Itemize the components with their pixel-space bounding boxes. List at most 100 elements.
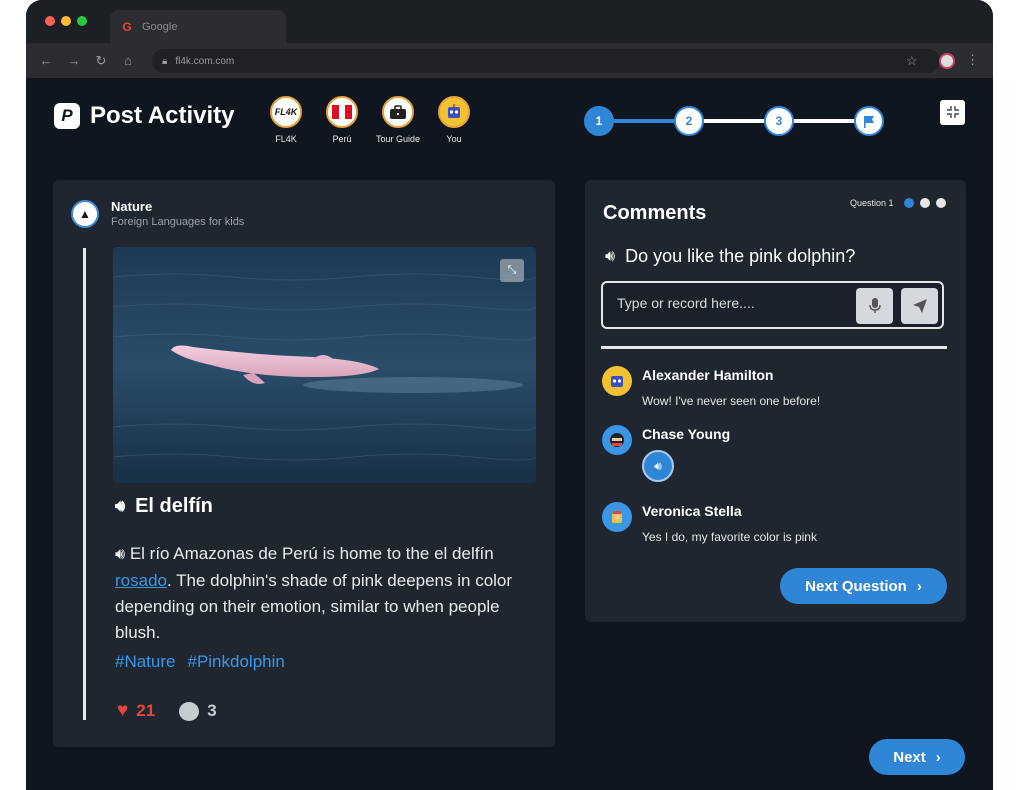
close-window-button[interactable] bbox=[45, 16, 55, 26]
browser-tab[interactable]: G Google bbox=[110, 10, 286, 43]
chip-tour-guide[interactable]: Tour Guide bbox=[375, 96, 421, 144]
reactions: ♥ 21 3 bbox=[117, 700, 217, 722]
window-controls bbox=[45, 16, 87, 26]
question-dot bbox=[935, 198, 946, 208]
comment-item: Alexander Hamilton Wow! I've never seen … bbox=[602, 366, 820, 408]
chip-fl4k[interactable]: FL4K FL4K bbox=[266, 96, 306, 144]
question-dot-active bbox=[903, 198, 914, 208]
chip-peru[interactable]: Perú bbox=[322, 96, 362, 144]
tab-bar: G Google bbox=[26, 0, 993, 43]
question-progress: Question 1 bbox=[850, 198, 946, 208]
forward-icon[interactable]: → bbox=[66, 53, 82, 69]
peru-flag-icon bbox=[326, 96, 358, 128]
comment-author: Alexander Hamilton bbox=[642, 367, 774, 383]
post-card: ▲ Nature Foreign Languages for kids ⤡ 🔊︎… bbox=[53, 180, 555, 747]
speaker-icon[interactable]: 🔊︎ bbox=[605, 248, 615, 266]
dolphin-photo: ⤡ bbox=[113, 247, 536, 483]
divider bbox=[601, 346, 947, 349]
maximize-window-button[interactable] bbox=[77, 16, 87, 26]
browser-menu-icon[interactable]: ⋮ bbox=[966, 52, 979, 68]
post-body-text: . The dolphin's shade of pink deepens in… bbox=[115, 571, 513, 642]
question-dot bbox=[919, 198, 930, 208]
browser-window: G Google ← → ↻ ⌂ 🔒︎ fl4k.com.com ☆ ⋮ P P… bbox=[26, 0, 993, 790]
step-1[interactable]: 1 bbox=[584, 106, 614, 136]
chip-label: FL4K bbox=[275, 134, 297, 144]
address-bar[interactable]: 🔒︎ fl4k.com.com bbox=[152, 49, 940, 73]
bookmark-star-icon[interactable]: ☆ bbox=[906, 53, 918, 69]
google-icon: G bbox=[120, 19, 134, 34]
answer-input[interactable] bbox=[617, 295, 837, 311]
app-logo-icon: P bbox=[54, 103, 80, 129]
chip-label: You bbox=[446, 134, 462, 144]
post-header: ▲ Nature Foreign Languages for kids bbox=[71, 199, 244, 228]
chip-label: Tour Guide bbox=[375, 134, 421, 144]
post-body: 🔊︎ El río Amazonas de Perú is home to th… bbox=[115, 541, 515, 646]
speaker-icon[interactable]: 🔊︎ bbox=[115, 546, 125, 563]
like-button[interactable]: ♥ 21 bbox=[117, 700, 155, 722]
comment-count: 3 bbox=[207, 701, 217, 720]
girl-avatar-icon bbox=[602, 502, 632, 532]
send-icon[interactable] bbox=[901, 288, 938, 324]
back-icon[interactable]: ← bbox=[38, 53, 54, 69]
next-question-label: Next Question bbox=[805, 577, 907, 595]
comment-bubble-icon bbox=[179, 701, 200, 721]
progress-stepper: 1 2 3 bbox=[584, 106, 884, 136]
play-audio-icon[interactable]: 🔊︎ bbox=[642, 450, 674, 482]
participant-chips: FL4K FL4K Perú Tour Guide You bbox=[266, 96, 474, 144]
like-count: 21 bbox=[136, 701, 156, 720]
post-subtitle: Foreign Languages for kids bbox=[111, 216, 245, 228]
briefcase-icon bbox=[382, 96, 414, 128]
step-2[interactable]: 2 bbox=[674, 106, 704, 136]
step-3[interactable]: 3 bbox=[764, 106, 794, 136]
fl4k-logo-icon: FL4K bbox=[270, 96, 302, 128]
address-bar-row: ← → ↻ ⌂ 🔒︎ fl4k.com.com ☆ bbox=[26, 43, 993, 79]
comment-author: Veronica Stella bbox=[642, 503, 742, 519]
chevron-right-icon: › bbox=[935, 748, 941, 766]
chip-you[interactable]: You bbox=[434, 96, 474, 144]
speaker-icon[interactable]: 🔊︎ bbox=[115, 498, 125, 516]
hashtag[interactable]: #Pinkdolphin bbox=[187, 652, 284, 672]
brand: P Post Activity bbox=[54, 102, 234, 130]
comment-text: Yes I do, my favorite color is pink bbox=[642, 530, 817, 544]
question-label: Question 1 bbox=[850, 198, 894, 208]
tab-title: Google bbox=[142, 20, 178, 33]
hashtag[interactable]: #Nature bbox=[115, 652, 175, 672]
next-question-button[interactable]: Next Question › bbox=[780, 568, 947, 604]
chip-label: Perú bbox=[332, 134, 352, 144]
ninja-avatar-icon bbox=[602, 425, 632, 455]
minimize-window-button[interactable] bbox=[61, 16, 71, 26]
home-icon[interactable]: ⌂ bbox=[120, 53, 136, 69]
next-button[interactable]: Next › bbox=[869, 739, 965, 775]
chevron-right-icon: › bbox=[916, 577, 922, 595]
comments-panel: Comments Question 1 🔊︎ Do you like the p… bbox=[585, 180, 966, 622]
lock-icon: 🔒︎ bbox=[162, 55, 168, 67]
url-text: fl4k.com.com bbox=[175, 55, 235, 67]
page-title: Post Activity bbox=[90, 102, 235, 129]
expand-image-icon[interactable]: ⤡ bbox=[500, 259, 524, 282]
robot-avatar-icon bbox=[438, 96, 470, 128]
profile-avatar[interactable] bbox=[939, 53, 955, 69]
microphone-icon[interactable] bbox=[856, 288, 893, 324]
comment-item: Veronica Stella Yes I do, my favorite co… bbox=[602, 502, 817, 544]
collapse-icon[interactable] bbox=[940, 100, 965, 125]
vocab-link[interactable]: rosado bbox=[115, 571, 167, 590]
heart-icon: ♥ bbox=[117, 700, 129, 721]
comment-text: Wow! I've never seen one before! bbox=[642, 394, 821, 408]
comment-button[interactable]: 3 bbox=[179, 701, 217, 721]
question-text: Do you like the pink dolphin? bbox=[625, 246, 856, 266]
post-body-text: El río Amazonas de Perú is home to the e… bbox=[129, 544, 494, 563]
tree-icon: ▲ bbox=[71, 199, 99, 228]
answer-box bbox=[601, 281, 944, 329]
robot-avatar-icon bbox=[602, 366, 632, 396]
next-label: Next bbox=[893, 748, 926, 766]
thread-line bbox=[83, 248, 86, 720]
post-title: 🔊︎ El delfín bbox=[115, 495, 213, 518]
post-author: Nature bbox=[111, 199, 153, 214]
reload-icon[interactable]: ↻ bbox=[93, 53, 109, 69]
post-title-text: El delfín bbox=[135, 495, 213, 517]
hashtags: #Nature #Pinkdolphin bbox=[115, 652, 285, 672]
comments-title: Comments bbox=[603, 202, 707, 224]
finish-flag-icon[interactable] bbox=[854, 106, 884, 136]
question: 🔊︎ Do you like the pink dolphin? bbox=[605, 246, 855, 267]
comment-item: Chase Young 🔊︎ bbox=[602, 425, 730, 482]
